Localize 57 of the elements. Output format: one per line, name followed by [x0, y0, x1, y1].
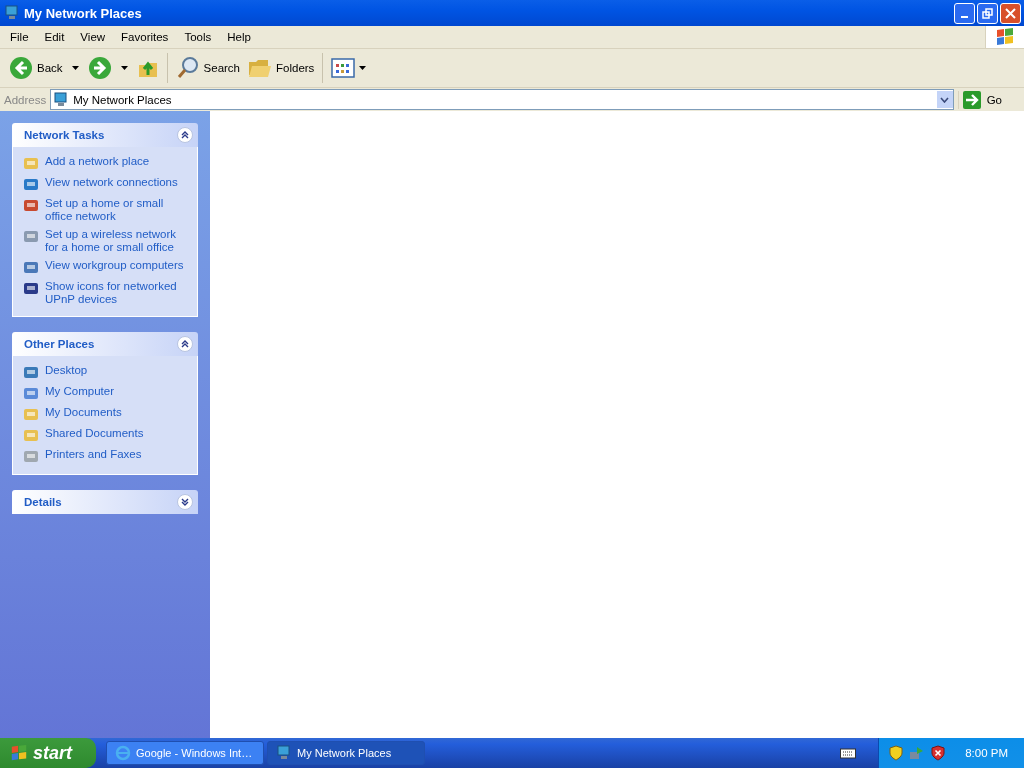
task-link[interactable]: Printers and Faxes	[45, 448, 142, 461]
restore-button[interactable]	[977, 2, 998, 24]
go-arrow-icon	[962, 90, 981, 109]
task-link[interactable]: Add a network place	[45, 155, 150, 168]
task-link[interactable]: Show icons for networked UPnP devices	[45, 280, 191, 306]
minimize-button[interactable]	[954, 2, 975, 24]
clock: 8:00 PM	[965, 747, 1008, 759]
dropdown-arrow-icon	[359, 66, 367, 70]
browser-icon	[115, 745, 131, 761]
dropdown-arrow-icon[interactable]	[71, 66, 79, 70]
panel-header[interactable]: Network Tasks	[12, 123, 198, 147]
menu-item[interactable]: Edit	[36, 31, 73, 43]
task-link[interactable]: Shared Documents	[45, 427, 144, 440]
window-title: My Network Places	[24, 5, 143, 21]
close-button[interactable]	[1000, 2, 1021, 24]
expand-icon[interactable]	[177, 494, 193, 510]
task-link[interactable]: My Documents	[45, 406, 122, 419]
close-icon	[1005, 7, 1016, 19]
address-field[interactable]: My Network Places	[50, 89, 954, 110]
menu-item[interactable]: Help	[219, 31, 259, 43]
start-button[interactable]: start	[0, 738, 96, 768]
minimize-icon	[961, 16, 968, 18]
taskbar-button[interactable]: My Network Places	[267, 741, 425, 765]
panel-header[interactable]: Other Places	[12, 332, 198, 356]
menu-item[interactable]: File	[2, 31, 37, 43]
restore-icon	[982, 7, 993, 19]
panel-title: Network Tasks	[24, 129, 105, 141]
menu-item[interactable]: Tools	[176, 31, 220, 43]
task-link[interactable]: Set up a wireless network for a home or small office	[45, 228, 191, 254]
search-button[interactable]: Search	[172, 52, 243, 84]
chevron-down-icon	[940, 96, 950, 103]
panel-title: Other Places	[24, 338, 95, 350]
task-link[interactable]: Set up a home or small office network	[45, 197, 191, 223]
task-link[interactable]: Desktop	[45, 364, 88, 377]
address-label: Address	[4, 93, 47, 106]
go-button[interactable]: Go	[957, 90, 1022, 109]
shield-icon[interactable]	[931, 745, 946, 761]
panel-title: Details	[24, 496, 62, 508]
windows-flag-icon	[10, 744, 28, 762]
taskbar-button[interactable]: Google - Windows Int…	[106, 741, 264, 765]
search-icon	[175, 56, 200, 80]
panel-header[interactable]: Details	[12, 490, 198, 514]
task-link[interactable]: View network connections	[45, 176, 178, 189]
dropdown-button[interactable]	[936, 91, 953, 108]
task-link[interactable]: My Computer	[45, 385, 115, 398]
dropdown-arrow-icon[interactable]	[120, 66, 128, 70]
menu-item[interactable]: Favorites	[113, 31, 177, 43]
folders-icon	[248, 57, 272, 79]
collapse-icon[interactable]	[177, 127, 193, 143]
windows-flag-icon	[995, 27, 1015, 47]
folders-button[interactable]: Folders	[245, 52, 318, 84]
menu-item[interactable]: View	[72, 31, 114, 43]
task-link[interactable]: View workgroup computers	[45, 259, 184, 272]
collapse-icon[interactable]	[177, 336, 193, 352]
keyboard-icon[interactable]	[840, 747, 857, 759]
back-button[interactable]: Back	[6, 52, 66, 84]
views-icon	[331, 58, 356, 78]
